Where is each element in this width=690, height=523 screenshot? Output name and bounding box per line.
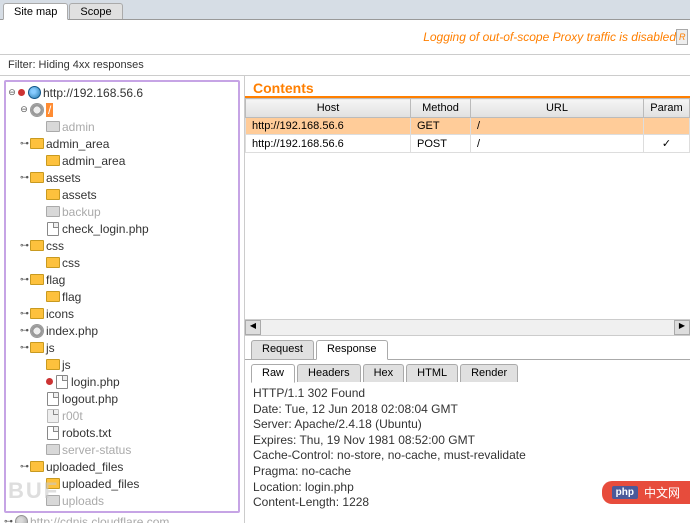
- top-tabs: Site map Scope: [0, 0, 690, 20]
- file-icon: [46, 222, 60, 236]
- folder-icon: [46, 494, 60, 508]
- folder-icon: [46, 205, 60, 219]
- tree-toggle[interactable]: ⊶: [20, 461, 28, 472]
- tree-node[interactable]: backup: [6, 203, 238, 220]
- proxy-banner: Logging of out-of-scope Proxy traffic is…: [0, 20, 690, 55]
- tree-node[interactable]: ⊶css: [6, 237, 238, 254]
- folder-icon: [46, 358, 60, 372]
- tree-node[interactable]: uploads: [6, 492, 238, 509]
- tree-node[interactable]: check_login.php: [6, 220, 238, 237]
- tab-headers[interactable]: Headers: [297, 364, 361, 382]
- tree-node[interactable]: js: [6, 356, 238, 373]
- tree-node[interactable]: admin: [6, 118, 238, 135]
- folder-icon: [46, 154, 60, 168]
- folder-icon: [46, 477, 60, 491]
- tree-node[interactable]: ⊶admin_area: [6, 135, 238, 152]
- tree-toggle[interactable]: ⊶: [20, 274, 28, 285]
- folder-icon: [46, 443, 60, 457]
- tree-node[interactable]: ⊶uploaded_files: [6, 458, 238, 475]
- response-body[interactable]: HTTP/1.1 302 FoundDate: Tue, 12 Jun 2018…: [245, 382, 690, 523]
- horiz-scrollbar[interactable]: ◀ ▶: [245, 319, 690, 335]
- folder-icon: [30, 341, 44, 355]
- tree-toggle[interactable]: ⊖: [20, 104, 28, 115]
- tree-node[interactable]: ⊶js: [6, 339, 238, 356]
- tree-node[interactable]: login.php: [6, 373, 238, 390]
- tree-node[interactable]: ⊶index.php: [6, 322, 238, 339]
- filter-info[interactable]: Filter: Hiding 4xx responses: [0, 55, 690, 76]
- tree-node[interactable]: flag: [6, 288, 238, 305]
- globe-icon: [27, 86, 41, 100]
- folder-icon: [30, 307, 44, 321]
- folder-icon: [30, 273, 44, 287]
- tab-response[interactable]: Response: [316, 340, 388, 360]
- tab-raw[interactable]: Raw: [251, 364, 295, 383]
- format-tabs: Raw Headers Hex HTML Render: [245, 360, 690, 382]
- tree-root[interactable]: ⊖ http://192.168.56.6: [6, 84, 238, 101]
- tab-render[interactable]: Render: [460, 364, 518, 382]
- gear-icon: [30, 324, 44, 338]
- folder-icon: [46, 120, 60, 134]
- folder-icon: [30, 239, 44, 253]
- tree-toggle[interactable]: ⊶: [20, 342, 28, 353]
- tree-toggle[interactable]: ⊶: [20, 240, 28, 251]
- file-icon: [55, 375, 69, 389]
- tree-node[interactable]: ⊶flag: [6, 271, 238, 288]
- file-icon: [46, 426, 60, 440]
- tab-site-map[interactable]: Site map: [3, 3, 68, 20]
- tree-node[interactable]: ⊶icons: [6, 305, 238, 322]
- status-dot-icon: [18, 89, 25, 96]
- status-dot-icon: [46, 378, 53, 385]
- tree-toggle[interactable]: ⊶: [20, 308, 28, 319]
- contents-heading: Contents: [245, 76, 690, 98]
- folder-icon: [46, 290, 60, 304]
- folder-icon: [46, 256, 60, 270]
- tree-toggle[interactable]: ⊶: [20, 172, 28, 183]
- tree-node[interactable]: uploaded_files: [6, 475, 238, 492]
- scroll-right-icon[interactable]: ▶: [674, 320, 690, 335]
- tree-node[interactable]: admin_area: [6, 152, 238, 169]
- col-method[interactable]: Method: [411, 99, 471, 118]
- table-row[interactable]: http://192.168.56.6POST/✓: [246, 135, 690, 153]
- tree-node[interactable]: css: [6, 254, 238, 271]
- tree-node[interactable]: ⊖/: [6, 101, 238, 118]
- tree-node[interactable]: r00t: [6, 407, 238, 424]
- tree-node[interactable]: ⊶assets: [6, 169, 238, 186]
- folder-icon: [30, 171, 44, 185]
- tree-node[interactable]: assets: [6, 186, 238, 203]
- col-param[interactable]: Param: [644, 99, 690, 118]
- tree-toggle[interactable]: ⊖: [8, 87, 16, 98]
- contents-table[interactable]: Host Method URL Param http://192.168.56.…: [245, 98, 690, 153]
- scroll-left-icon[interactable]: ◀: [245, 320, 261, 335]
- folder-icon: [46, 188, 60, 202]
- file-icon: [46, 392, 60, 406]
- gear-icon: [30, 103, 44, 117]
- col-url[interactable]: URL: [471, 99, 644, 118]
- tree-toggle[interactable]: ⊶: [20, 138, 28, 149]
- file-icon: [46, 409, 60, 423]
- tree-node[interactable]: logout.php: [6, 390, 238, 407]
- col-host[interactable]: Host: [246, 99, 411, 118]
- tab-html[interactable]: HTML: [406, 364, 458, 382]
- table-row[interactable]: http://192.168.56.6GET/: [246, 118, 690, 135]
- tab-scope[interactable]: Scope: [69, 3, 122, 19]
- folder-icon: [30, 460, 44, 474]
- site-tree[interactable]: ⊖ http://192.168.56.6 ⊖/admin⊶admin_area…: [0, 76, 245, 523]
- tree-node[interactable]: robots.txt: [6, 424, 238, 441]
- tab-request[interactable]: Request: [251, 340, 314, 359]
- tree-toggle[interactable]: ⊶: [20, 325, 28, 336]
- folder-icon: [30, 137, 44, 151]
- tree-node[interactable]: server-status: [6, 441, 238, 458]
- tab-hex[interactable]: Hex: [363, 364, 405, 382]
- banner-button[interactable]: R: [676, 29, 688, 45]
- detail-tabs: Request Response: [245, 340, 690, 360]
